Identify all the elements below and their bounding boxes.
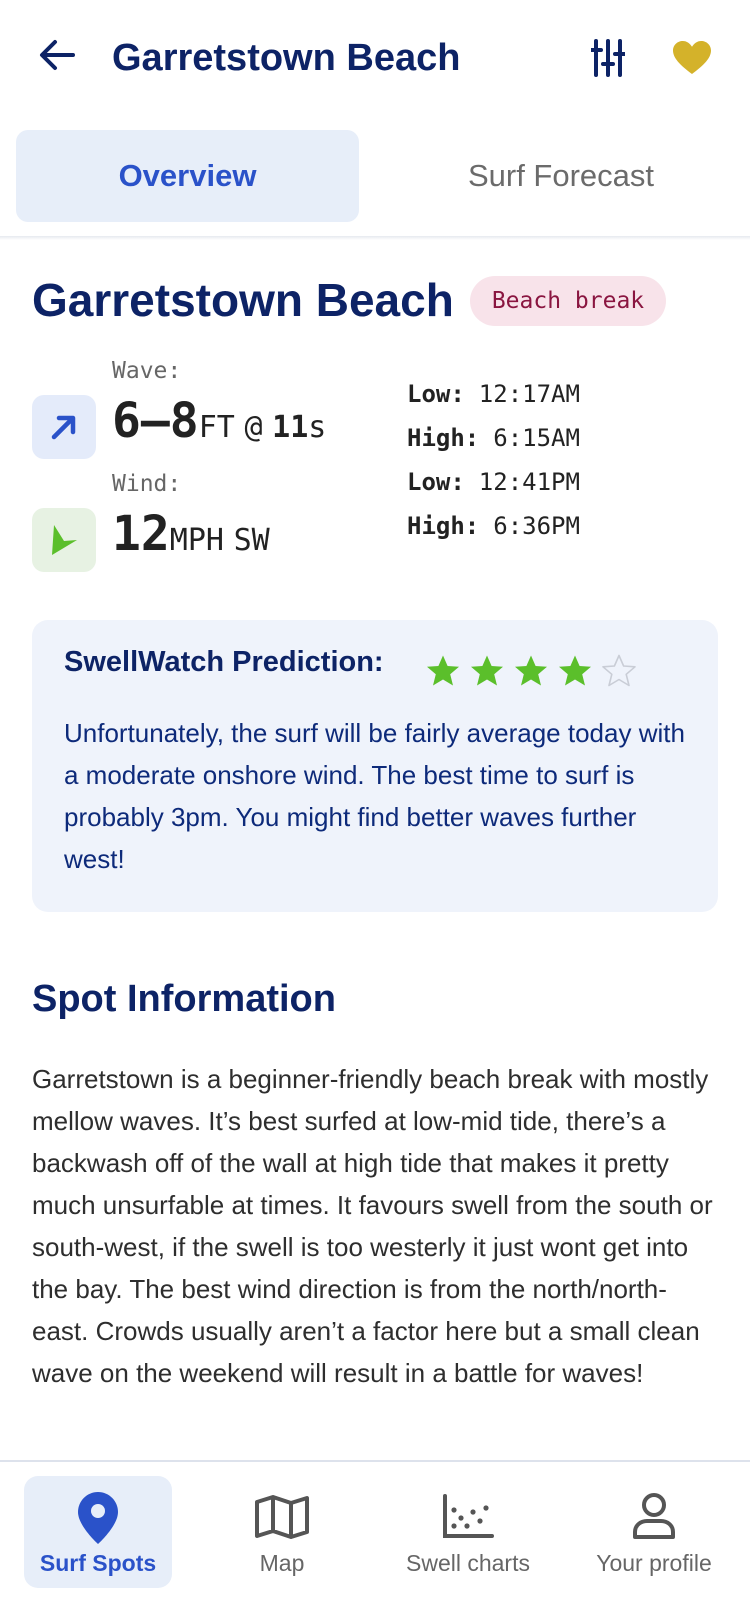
nav-your-profile[interactable]: Your profile (572, 1476, 736, 1588)
heart-icon (673, 41, 711, 74)
nav-label: Map (259, 1550, 305, 1576)
nav-surf-spots[interactable]: Surf Spots (24, 1476, 172, 1588)
wind-unit: MPH (169, 523, 224, 558)
tide-time: 12:41PM (478, 468, 580, 496)
map-pin-icon (78, 1492, 118, 1544)
prediction-card: SwellWatch Prediction: Unfortunately, th… (32, 620, 718, 912)
wave-unit: FT (198, 410, 235, 445)
wind-value: 12MPH SW (112, 506, 270, 562)
sliders-icon (591, 39, 625, 77)
prediction-title: SwellWatch Prediction: (64, 646, 384, 678)
arrow-up-right-icon (51, 415, 76, 440)
bottom-navigation: Surf Spots Map Swell charts Your profile (0, 1460, 750, 1602)
tide-times: Low: 12:17AM High: 6:15AM Low: 12:41PM High… (407, 380, 580, 556)
wind-label: Wind: (112, 471, 182, 497)
arrow-left-icon (40, 40, 75, 70)
spot-info-text: Garretstown is a beginner-friendly beach… (32, 1064, 713, 1388)
star-filled-icon (559, 655, 591, 686)
wave-at: @ (244, 410, 263, 445)
nav-map[interactable]: Map (208, 1476, 356, 1588)
star-filled-icon (427, 655, 459, 686)
rating-stars (426, 654, 636, 688)
star-filled-icon (515, 655, 547, 686)
app-header: Garretstown Beach (0, 0, 750, 118)
tide-time: 6:36PM (493, 512, 580, 540)
star-filled-icon (471, 655, 503, 686)
wave-direction-badge (32, 395, 96, 459)
tide-label: High: (407, 512, 480, 540)
wave-value: 6–8FT @ 11s (112, 393, 326, 449)
tide-row: Low: 12:41PM (407, 468, 580, 512)
wave-period: 11 (272, 410, 309, 445)
map-icon (255, 1495, 309, 1539)
wave-period-unit: s (308, 410, 327, 445)
tab-surf-forecast[interactable]: Surf Forecast (388, 130, 734, 222)
tide-row: High: 6:36PM (407, 512, 580, 556)
tide-row: Low: 12:17AM (407, 380, 580, 424)
favorite-button[interactable] (666, 34, 718, 82)
page-title: Garretstown Beach (112, 37, 461, 79)
tide-row: High: 6:15AM (407, 424, 580, 468)
tide-time: 12:17AM (478, 380, 580, 408)
tab-bar: Overview Surf Forecast (16, 130, 734, 222)
tide-label: Low: (407, 380, 465, 408)
tide-time: 6:15AM (493, 424, 580, 452)
break-type-badge: Beach break (470, 276, 666, 326)
wave-label: Wave: (112, 358, 182, 384)
back-button[interactable] (32, 30, 82, 80)
wave-height: 6–8 (112, 393, 199, 449)
star-empty-icon (602, 654, 636, 687)
filter-button[interactable] (584, 34, 632, 82)
tide-label: Low: (407, 468, 465, 496)
divider (0, 236, 750, 240)
tab-overview[interactable]: Overview (16, 130, 359, 222)
spot-info-title: Spot Information (32, 978, 336, 1020)
wind-speed: 12 (112, 506, 170, 562)
spot-title: Garretstown Beach (32, 274, 454, 326)
nav-label: Your profile (596, 1550, 712, 1576)
prediction-text: Unfortunately, the surf will be fairly a… (64, 718, 685, 874)
wind-arrow-icon (52, 525, 77, 555)
scatter-chart-icon (443, 1494, 494, 1538)
nav-label: Surf Spots (39, 1550, 157, 1576)
wind-direction-badge (32, 508, 96, 572)
wind-direction: SW (233, 523, 270, 558)
nav-swell-charts[interactable]: Swell charts (384, 1476, 552, 1588)
user-icon (633, 1493, 675, 1539)
tide-label: High: (407, 424, 480, 452)
nav-label: Swell charts (406, 1550, 530, 1576)
